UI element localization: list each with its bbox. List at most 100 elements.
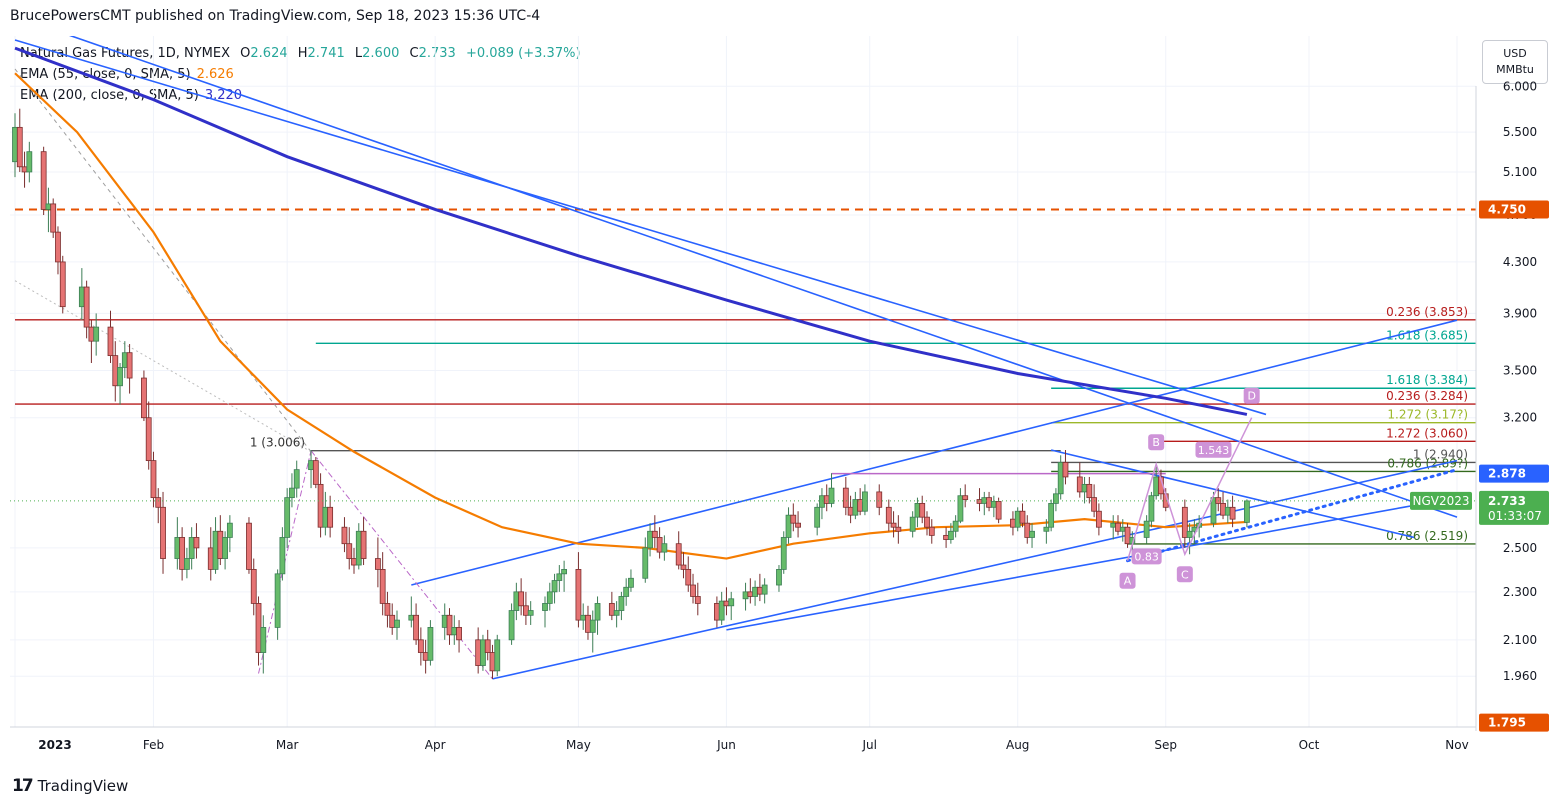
candle-body [776,569,782,586]
candle-body [484,639,491,653]
candle [1081,476,1088,504]
candle-body [661,543,668,553]
candle-body [289,487,295,499]
candle [212,517,219,574]
candle-body [527,610,534,616]
price-tick-label: 5.100 [1503,165,1537,179]
candle [217,515,224,566]
candle [480,634,486,671]
candle [160,491,166,574]
candle [489,644,496,679]
candle [1115,515,1121,536]
candle-body [355,530,362,566]
candle-body [212,530,219,570]
candle-body [995,501,1002,520]
candle [523,591,529,625]
candle-body [160,506,166,559]
candle-body [446,614,453,636]
candle [50,198,57,238]
candle-body [360,530,367,559]
trend-line [69,36,1458,518]
candle [656,527,663,559]
candle [417,627,424,666]
candle-body [145,417,152,462]
candle-body [819,495,825,508]
candle [475,627,482,674]
level-label: 1 (3.006) [250,436,305,450]
candle [21,151,28,188]
candle [862,484,868,516]
price-tick-label: 3.900 [1503,306,1537,320]
candle [642,537,649,583]
candle [690,573,696,604]
candle [1095,503,1102,536]
candle [508,603,515,645]
candle-body [279,537,286,575]
tradingview-logo-icon: 17 [12,776,34,796]
candle [117,362,123,405]
time-tick-label: 2023 [38,738,71,752]
candle-body [260,627,267,653]
candle-body [990,501,997,508]
candle [1062,449,1069,485]
candle [374,537,381,588]
candle [776,565,782,592]
candle [384,591,391,628]
candle-body [513,591,520,611]
candle-body [1029,530,1035,538]
candle [1029,523,1035,548]
candle-body [885,506,892,524]
candle-body [747,591,754,597]
candle [188,527,195,570]
candle-body [618,596,625,611]
price-tick-label: 2.500 [1503,541,1537,555]
candle [1086,476,1093,504]
candle-body [346,543,353,559]
candle [360,517,367,566]
candle [26,141,33,183]
candle [952,515,959,538]
candle [327,495,334,538]
candle [680,552,687,579]
candle-body [947,530,954,540]
candle-body [174,537,181,559]
candle-body [957,495,964,522]
candle-body [394,619,400,628]
candle [78,268,85,321]
candle [752,580,758,606]
level-label: 0.236 (3.284) [1386,389,1468,403]
candle-body [26,151,33,173]
candle-body [1229,506,1236,520]
candle [594,596,601,635]
candle-body [628,577,634,588]
candle-body [585,614,591,633]
candle-body [976,499,983,504]
price-tick-label: 1.960 [1503,669,1537,683]
candle-body [12,126,18,163]
candle [1010,511,1016,536]
price-chart[interactable]: 0.236 (3.853)0.236 (3.284)1.618 (3.685)1… [0,36,1564,766]
candle-body [795,522,801,528]
candle-body [489,652,496,672]
candle-body [1224,506,1231,516]
candle [890,511,897,538]
candle-body [222,537,228,559]
candle [852,491,859,520]
candle [651,515,658,548]
ratio-label: 1.543 [1198,444,1230,457]
candle [990,495,997,518]
candle [1148,491,1155,528]
ema200-line [14,46,1248,416]
candle-body [317,483,324,528]
candle-body [312,460,319,485]
candle [394,610,400,640]
candle-body [226,522,233,538]
candle [976,488,983,512]
candle [546,582,553,611]
candle-body [895,526,902,532]
price-badge-value: 1.795 [1488,716,1526,730]
candle [155,488,162,524]
candle-body [823,495,830,504]
candle [714,596,720,628]
candle-body [694,596,701,604]
